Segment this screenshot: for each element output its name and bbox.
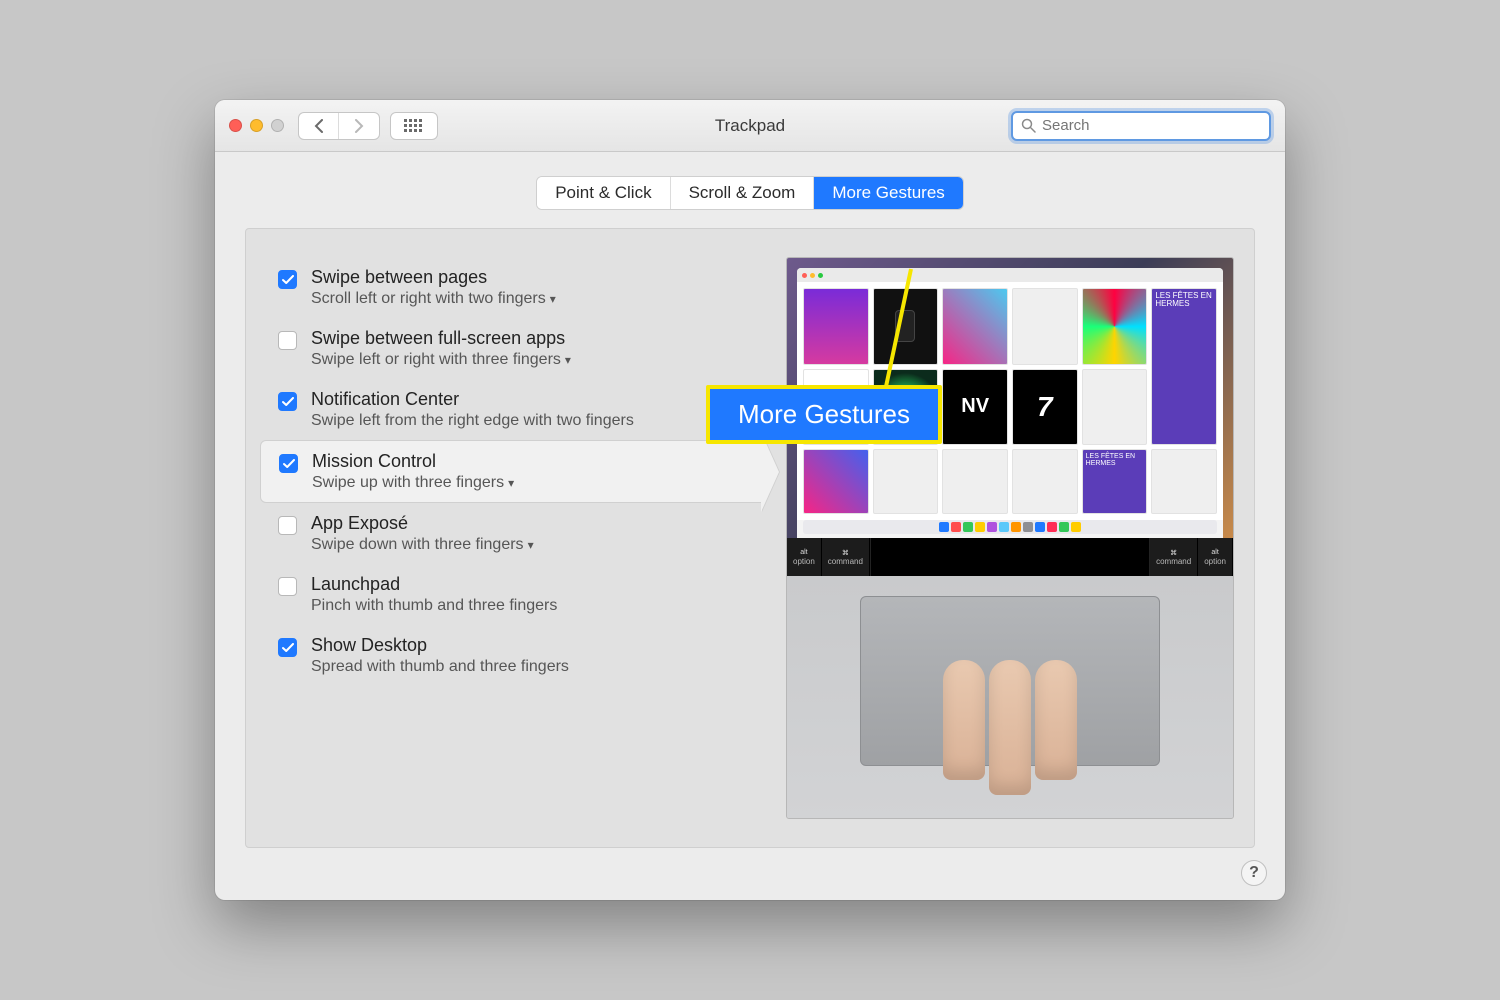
gesture-checkbox[interactable] [279,454,298,473]
gesture-subtitle[interactable]: Scroll left or right with two fingers ▾ [311,290,556,308]
gesture-row[interactable]: Notification Center Swipe left from the r… [260,379,762,440]
gesture-subtitle: Spread with thumb and three fingers [311,658,569,676]
gesture-text: Notification Center Swipe left from the r… [311,389,634,430]
gesture-subtitle-text: Swipe up with three fingers [312,474,504,492]
gesture-title: Swipe between pages [311,267,556,288]
zoom-window-button[interactable] [271,119,284,132]
search-input[interactable] [1042,117,1261,134]
close-window-button[interactable] [229,119,242,132]
gesture-subtitle-text: Swipe down with three fingers [311,536,524,554]
nav-buttons [298,112,380,140]
gesture-title: Swipe between full-screen apps [311,328,571,349]
gesture-text: Launchpad Pinch with thumb and three fing… [311,574,557,615]
traffic-lights [229,119,284,132]
gesture-checkbox[interactable] [278,516,297,535]
gesture-subtitle: Swipe left from the right edge with two … [311,412,634,430]
gesture-title: Show Desktop [311,635,569,656]
gesture-row[interactable]: Launchpad Pinch with thumb and three fing… [260,564,762,625]
gesture-title: App Exposé [311,513,534,534]
gesture-subtitle-text: Scroll left or right with two fingers [311,290,546,308]
forward-button[interactable] [339,113,379,139]
gesture-title: Launchpad [311,574,557,595]
gesture-checkbox[interactable] [278,392,297,411]
chevron-down-icon: ▾ [528,538,534,552]
window-content: Point & Click Scroll & Zoom More Gesture… [215,152,1285,848]
callout-more-gestures: More Gestures [706,385,942,444]
chevron-down-icon: ▾ [565,353,571,367]
gesture-checkbox[interactable] [278,577,297,596]
tab-scroll-zoom[interactable]: Scroll & Zoom [671,177,815,209]
gesture-preview: LES FÊTES EN HERMES NV 7 LES FÊTES EN HE… [786,257,1234,819]
help-button[interactable]: ? [1241,860,1267,886]
tabs-container: Point & Click Scroll & Zoom More Gesture… [245,176,1255,210]
preview-touchbar: altoption ⌘command ⌘command altoption [787,538,1233,576]
preferences-window: Trackpad Point & Click Scroll & Zoom Mor… [215,100,1285,900]
preview-trackpad [860,596,1160,766]
gesture-subtitle-text: Spread with thumb and three fingers [311,658,569,676]
gesture-subtitle[interactable]: Swipe left or right with three fingers ▾ [311,351,571,369]
gesture-row[interactable]: Show Desktop Spread with thumb and three … [260,625,762,686]
gesture-list: Swipe between pages Scroll left or right … [246,229,776,847]
gesture-row[interactable]: Mission Control Swipe up with three finge… [260,440,762,503]
gesture-checkbox[interactable] [278,331,297,350]
gesture-title: Notification Center [311,389,634,410]
preview-trackpad-area [787,576,1233,818]
gesture-subtitle-text: Pinch with thumb and three fingers [311,597,557,615]
gesture-subtitle: Pinch with thumb and three fingers [311,597,557,615]
tab-point-click[interactable]: Point & Click [537,177,670,209]
gesture-subtitle-text: Swipe left from the right edge with two … [311,412,634,430]
chevron-left-icon [314,119,324,133]
chevron-right-icon [354,119,364,133]
titlebar: Trackpad [215,100,1285,152]
preview-fingers [943,660,1077,795]
gesture-subtitle[interactable]: Swipe up with three fingers ▾ [312,474,514,492]
tab-more-gestures[interactable]: More Gestures [814,177,962,209]
grid-icon [404,119,424,133]
chevron-down-icon: ▾ [508,476,514,490]
search-field-wrap[interactable] [1011,111,1271,141]
gesture-title: Mission Control [312,451,514,472]
gesture-subtitle[interactable]: Swipe down with three fingers ▾ [311,536,534,554]
search-icon [1021,118,1036,133]
gesture-row[interactable]: Swipe between pages Scroll left or right … [260,257,762,318]
gesture-row[interactable]: App Exposé Swipe down with three fingers ▾ [260,503,762,564]
gesture-text: Mission Control Swipe up with three finge… [312,451,514,492]
chevron-down-icon: ▾ [550,292,556,306]
gesture-row[interactable]: Swipe between full-screen apps Swipe left… [260,318,762,379]
gesture-checkbox[interactable] [278,270,297,289]
show-all-button[interactable] [390,112,438,140]
gesture-checkbox[interactable] [278,638,297,657]
gesture-subtitle-text: Swipe left or right with three fingers [311,351,561,369]
gesture-text: Swipe between pages Scroll left or right … [311,267,556,308]
gestures-panel: Swipe between pages Scroll left or right … [245,228,1255,848]
back-button[interactable] [299,113,339,139]
gesture-text: Show Desktop Spread with thumb and three … [311,635,569,676]
gesture-text: Swipe between full-screen apps Swipe left… [311,328,571,369]
tab-segmented-control: Point & Click Scroll & Zoom More Gesture… [536,176,964,210]
minimize-window-button[interactable] [250,119,263,132]
gesture-text: App Exposé Swipe down with three fingers ▾ [311,513,534,554]
